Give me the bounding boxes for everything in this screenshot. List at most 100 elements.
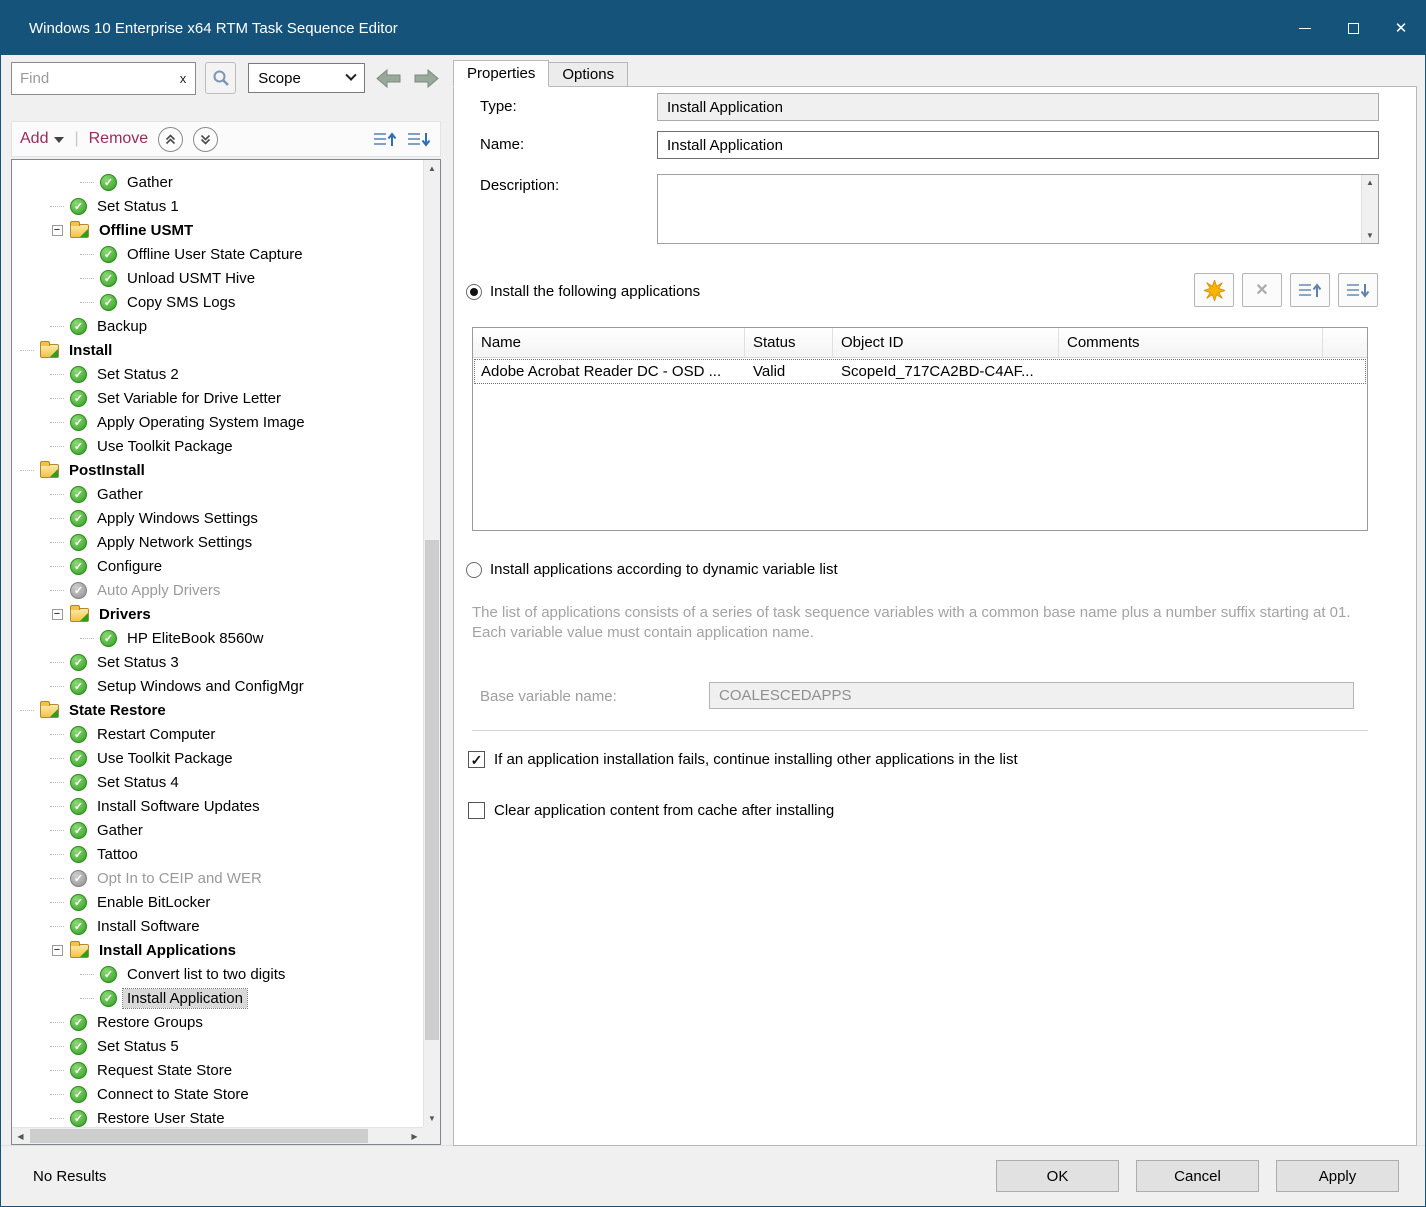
vertical-scroll-thumb[interactable] — [425, 540, 439, 1040]
column-header[interactable]: Status — [745, 328, 833, 357]
tree-item[interactable]: Gather — [12, 170, 423, 194]
tree-item[interactable]: Use Toolkit Package — [12, 746, 423, 770]
tree-item[interactable]: Install — [12, 338, 423, 362]
apply-button[interactable]: Apply — [1276, 1160, 1399, 1192]
maximize-button[interactable] — [1329, 1, 1377, 55]
move-application-down-button[interactable] — [1338, 273, 1378, 307]
radio-unselected-icon[interactable] — [466, 562, 482, 578]
move-step-up-button[interactable] — [372, 127, 398, 151]
tree-item[interactable]: Connect to State Store — [12, 1082, 423, 1106]
tree-item[interactable]: Set Status 3 — [12, 650, 423, 674]
remove-button[interactable]: Remove — [89, 130, 149, 148]
tree-item[interactable]: Use Toolkit Package — [12, 434, 423, 458]
tree-collapse-icon[interactable]: − — [52, 609, 63, 620]
column-header[interactable]: Name — [473, 328, 745, 357]
continue-on-fail-checkbox-row[interactable]: If an application installation fails, co… — [468, 751, 1018, 768]
tree-item[interactable]: Install Application — [12, 986, 423, 1010]
find-clear-button[interactable]: x — [171, 71, 195, 86]
delete-application-button[interactable]: ✕ — [1242, 273, 1282, 307]
tree-item[interactable]: Unload USMT Hive — [12, 266, 423, 290]
tree-item[interactable]: Configure — [12, 554, 423, 578]
name-field[interactable]: Install Application — [657, 131, 1379, 159]
tree-item[interactable]: Opt In to CEIP and WER — [12, 866, 423, 890]
scope-dropdown[interactable]: Scope — [248, 63, 364, 93]
tree-item[interactable]: Tattoo — [12, 842, 423, 866]
scroll-down-icon[interactable]: ▼ — [1366, 231, 1374, 240]
find-previous-button[interactable] — [374, 64, 403, 92]
tree-item[interactable]: Set Status 2 — [12, 362, 423, 386]
column-header[interactable]: Comments — [1059, 328, 1323, 357]
tree-collapse-icon[interactable]: − — [52, 945, 63, 956]
tree-item[interactable]: Install Software — [12, 914, 423, 938]
tree-item[interactable]: HP EliteBook 8560w — [12, 626, 423, 650]
tree-item[interactable]: −Install Applications — [12, 938, 423, 962]
search-button[interactable] — [205, 62, 236, 94]
description-scrollbar[interactable]: ▲ ▼ — [1361, 175, 1378, 243]
tree-vertical-scrollbar[interactable]: ▲ ▼ — [423, 160, 440, 1127]
collapse-all-button[interactable] — [158, 127, 183, 152]
tree-item[interactable]: Gather — [12, 482, 423, 506]
move-step-down-button[interactable] — [406, 127, 432, 151]
radio-selected-icon[interactable] — [466, 284, 482, 300]
tree-connector-line — [50, 590, 64, 591]
tree-item-label: Install Software Updates — [93, 797, 264, 816]
scroll-down-icon[interactable]: ▼ — [424, 1110, 440, 1127]
table-row[interactable]: Adobe Acrobat Reader DC - OSD ...ValidSc… — [473, 358, 1367, 385]
checkbox-checked-icon[interactable] — [468, 751, 485, 768]
scroll-up-icon[interactable]: ▲ — [1366, 178, 1374, 187]
tree-item[interactable]: Offline User State Capture — [12, 242, 423, 266]
tree-item[interactable]: Install Software Updates — [12, 794, 423, 818]
step-success-check-icon — [70, 414, 87, 431]
tree-item[interactable]: Convert list to two digits — [12, 962, 423, 986]
find-input[interactable] — [12, 70, 171, 87]
tab-properties[interactable]: Properties — [453, 60, 549, 87]
tree-horizontal-scrollbar[interactable]: ◀ ▶ — [12, 1127, 423, 1144]
scroll-left-icon[interactable]: ◀ — [12, 1128, 29, 1144]
description-field[interactable]: ▲ ▼ — [657, 174, 1379, 244]
tree-item[interactable]: Apply Network Settings — [12, 530, 423, 554]
tree-item[interactable]: Apply Windows Settings — [12, 506, 423, 530]
find-next-button[interactable] — [412, 64, 441, 92]
tab-options[interactable]: Options — [549, 62, 628, 87]
minimize-button[interactable] — [1281, 1, 1329, 55]
tree-item[interactable]: Restart Computer — [12, 722, 423, 746]
tree-item[interactable]: Apply Operating System Image — [12, 410, 423, 434]
tree-item[interactable]: Enable BitLocker — [12, 890, 423, 914]
tree-item[interactable]: State Restore — [12, 698, 423, 722]
scroll-right-icon[interactable]: ▶ — [406, 1128, 423, 1144]
tree-item[interactable]: Setup Windows and ConfigMgr — [12, 674, 423, 698]
horizontal-scroll-thumb[interactable] — [30, 1129, 368, 1143]
clear-cache-checkbox-row[interactable]: Clear application content from cache aft… — [468, 802, 834, 819]
cancel-button[interactable]: Cancel — [1136, 1160, 1259, 1192]
tree-item[interactable]: Set Variable for Drive Letter — [12, 386, 423, 410]
tree-item[interactable]: Auto Apply Drivers — [12, 578, 423, 602]
move-application-up-button[interactable] — [1290, 273, 1330, 307]
step-success-check-icon — [70, 558, 87, 575]
tree-connector-line — [50, 398, 64, 399]
tree-item[interactable]: −Offline USMT — [12, 218, 423, 242]
tree-item[interactable]: Request State Store — [12, 1058, 423, 1082]
tree-collapse-icon[interactable]: − — [52, 225, 63, 236]
tree-item[interactable]: Restore Groups — [12, 1010, 423, 1034]
tree-item[interactable]: PostInstall — [12, 458, 423, 482]
radio-dynamic-variable[interactable]: Install applications according to dynami… — [466, 561, 838, 578]
tree-item[interactable]: Copy SMS Logs — [12, 290, 423, 314]
tree-item[interactable]: Gather — [12, 818, 423, 842]
tree-item[interactable]: Set Status 5 — [12, 1034, 423, 1058]
name-value: Install Application — [667, 137, 783, 154]
tree-item-label: Install — [65, 341, 116, 360]
tree-item[interactable]: Restore User State — [12, 1106, 423, 1127]
tree-item[interactable]: Backup — [12, 314, 423, 338]
ok-button[interactable]: OK — [996, 1160, 1119, 1192]
add-button[interactable]: Add — [20, 130, 64, 148]
scroll-up-icon[interactable]: ▲ — [424, 160, 440, 177]
tree-item[interactable]: −Drivers — [12, 602, 423, 626]
close-button[interactable]: ✕ — [1377, 1, 1425, 55]
column-header[interactable]: Object ID — [833, 328, 1059, 357]
add-application-button[interactable] — [1194, 273, 1234, 307]
checkbox-unchecked-icon[interactable] — [468, 802, 485, 819]
tree-item[interactable]: Set Status 4 — [12, 770, 423, 794]
expand-all-button[interactable] — [193, 127, 218, 152]
tree-item[interactable]: Set Status 1 — [12, 194, 423, 218]
radio-install-following[interactable]: Install the following applications — [466, 283, 700, 300]
